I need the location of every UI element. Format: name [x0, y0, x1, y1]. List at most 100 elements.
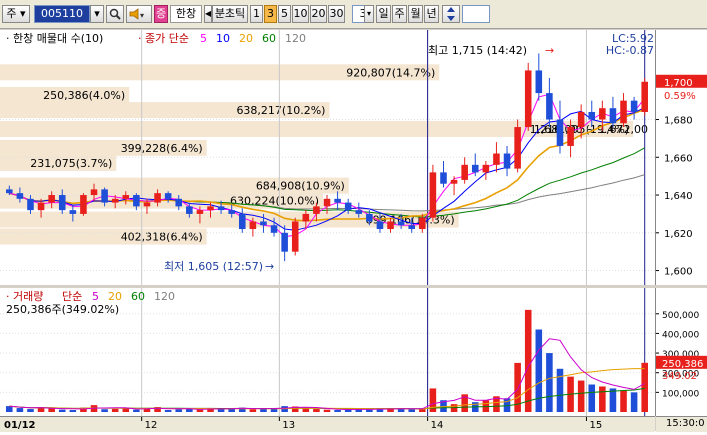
period-tab-2[interactable]: 월 [408, 5, 423, 23]
volume-profile-range-label: 1,681,00 ~ 1,672,00 [534, 123, 648, 136]
price-tick-label: 1,620 [664, 229, 693, 240]
volume-bar [630, 392, 638, 412]
volume-pane-title: · 거래량 [6, 290, 43, 303]
candle-body [80, 195, 87, 214]
candle-body [313, 206, 320, 214]
candle-body [366, 213, 373, 222]
time-tick-label: 01/12 [4, 420, 36, 431]
alert-button[interactable]: ▾ [126, 5, 152, 23]
company-name-field: 한창 [170, 5, 202, 23]
current-volume-ratio-label: 349.02 [662, 371, 697, 382]
up-down-arrow-icon [447, 7, 455, 21]
candle-body [196, 210, 204, 214]
candle-body [514, 127, 521, 169]
volume-bar [641, 362, 648, 412]
time-axis-svg: 01/12 12 13 14 15 [4, 417, 602, 431]
volume-bar [217, 409, 225, 412]
period-tab-label: 분초틱 [214, 7, 246, 20]
time-tick-label: 14 [431, 420, 444, 431]
ma-legend-ma60: 60 [262, 32, 276, 45]
volume-bar [6, 406, 13, 412]
candle-body [397, 221, 405, 226]
candle-body [16, 193, 24, 199]
interval-button-20[interactable]: 20 [310, 5, 327, 23]
candle-body [376, 221, 384, 230]
candle-body [408, 225, 416, 230]
candle-body [588, 111, 596, 120]
extra-input[interactable] [462, 5, 490, 23]
volume-bar [546, 353, 553, 412]
volume-bar [556, 368, 564, 412]
interval-button-10[interactable]: 10 [292, 5, 309, 23]
volume-bar [535, 329, 543, 412]
price-chart-pane[interactable]: 920,807(14.7%) 250,386(4.0%) 638,217(10.2%… [0, 30, 656, 285]
current-volume-axis-label: 250,386 [662, 359, 703, 370]
stock-code-input[interactable]: 005110 [34, 5, 90, 23]
search-button[interactable] [106, 5, 124, 23]
period-tab-0[interactable]: 일 [376, 5, 391, 23]
candle-body [90, 189, 98, 196]
interval-dropdown-button[interactable]: ▾ [364, 5, 374, 23]
candle-body [69, 210, 77, 214]
period-tab-minute[interactable]: 분초틱 [212, 5, 248, 23]
interval-button-5[interactable]: 5 [278, 5, 291, 23]
period-tab-3[interactable]: 년 [424, 5, 439, 23]
candle-body [524, 70, 532, 128]
candle-body [143, 202, 151, 207]
candle-body [641, 81, 648, 112]
interval-button-3[interactable]: 3 [264, 5, 277, 23]
candle-body [535, 70, 543, 94]
volume-bar [366, 409, 373, 412]
volume-axis: 500,000 400,000 300,000 200,000 100,000 250,3… [656, 288, 707, 416]
period-tab-1[interactable]: 주 [392, 5, 407, 23]
market-select[interactable]: 주 ▾ [2, 5, 30, 23]
svg-text:▾: ▾ [140, 11, 144, 20]
volume-tick-label: 400,000 [662, 330, 699, 340]
volume-bar [323, 409, 331, 412]
ma-legend-ma10: 10 [216, 32, 230, 45]
volume-ma-label: 단순 [62, 290, 82, 303]
price-axis-svg: 1,680 1,660 1,640 1,620 1,600 1,700 0.59% [656, 74, 707, 278]
stock-dropdown-button[interactable]: ▾ [90, 5, 104, 23]
candle-body [556, 119, 564, 146]
current-price-label: 1,700 [664, 78, 693, 89]
ma-legend-ma20: 20 [239, 32, 253, 45]
interval-button-1[interactable]: 1 [250, 5, 263, 23]
company-badge: 증 [154, 5, 168, 23]
candle-body [154, 193, 161, 203]
time-tick-label: 12 [145, 420, 158, 431]
price-pane-title: · 한창 매물대 수(10) [6, 32, 103, 45]
stock-code-value: 005110 [41, 7, 83, 20]
volume-profile-label: 399,228(6.4%) [121, 142, 203, 155]
scroll-left-button[interactable]: ◀ [204, 5, 212, 23]
high-price-arrow: → [545, 44, 554, 57]
candle-body [461, 164, 468, 180]
volume-bar [111, 408, 119, 412]
time-readout-value: 15:30:0 [666, 418, 705, 429]
volume-bar [175, 409, 183, 412]
volume-tick-label: 500,000 [662, 311, 699, 321]
candle-body [302, 213, 310, 222]
volume-chart-pane[interactable]: · 거래량 단순 5 20 60 120 250,386주(349.02%) [0, 288, 656, 416]
candle-body [249, 221, 257, 230]
candle-body [122, 195, 130, 199]
speaker-icon: ▾ [129, 8, 144, 20]
search-icon [109, 8, 121, 20]
candle-body [111, 198, 119, 203]
volume-profile-label: 250,386(4.0%) [43, 89, 125, 102]
candle-body [609, 108, 617, 124]
time-tick-label: 15 [589, 420, 602, 431]
price-tick-label: 1,600 [664, 267, 693, 278]
volume-axis-svg: 500,000400,000300,000200,000100,000250,3… [656, 311, 707, 399]
updown-button[interactable] [442, 5, 460, 23]
volume-profile-label: 231,075(3.7%) [30, 157, 112, 170]
candle-body [630, 100, 638, 112]
volume-bar [620, 390, 627, 412]
interval-button-30[interactable]: 30 [328, 5, 345, 23]
ma-legend-ma120: 120 [285, 32, 306, 45]
price-tick-label: 1,640 [664, 191, 693, 202]
candle-body [355, 210, 363, 214]
candle-body [291, 221, 299, 252]
volume-ma-legend-ma60: 60 [131, 290, 145, 303]
volume-bar [599, 386, 606, 412]
